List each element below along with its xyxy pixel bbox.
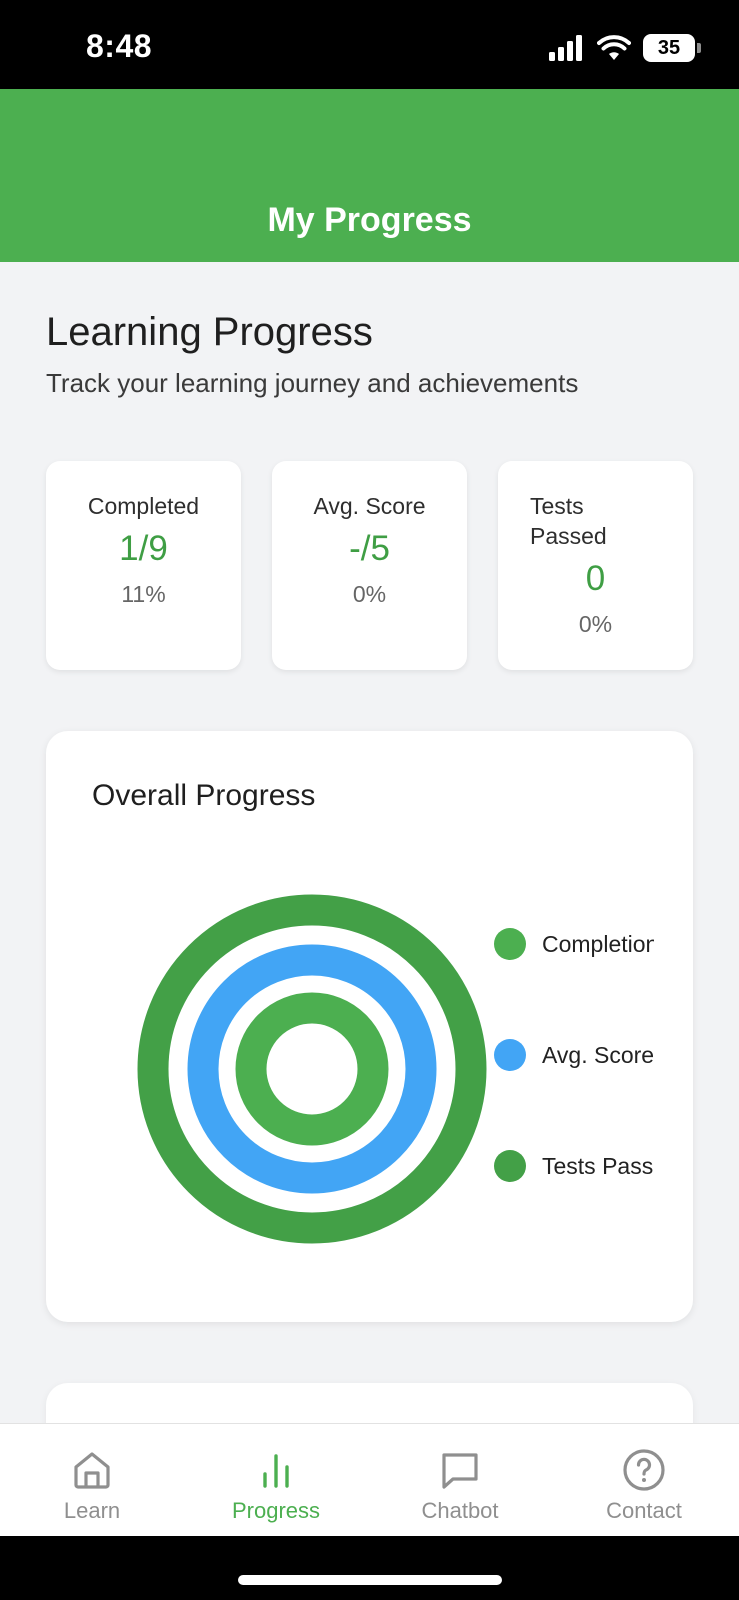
stat-card-avg-score: Avg. Score -/5 0% <box>272 461 467 670</box>
stat-label: Completed <box>87 493 200 519</box>
stat-sub: 11% <box>121 581 166 607</box>
chat-bubble-icon <box>442 1453 478 1489</box>
stat-card-tests-passed: Tests Passed 0 0% <box>498 461 693 670</box>
legend-dot <box>494 1039 526 1071</box>
legend-label: Avg. Score <box>542 1041 654 1068</box>
status-icons: 35 <box>549 30 701 66</box>
status-time: 8:48 <box>86 28 153 64</box>
nav-label: Chatbot <box>421 1498 499 1523</box>
legend-label: Completion <box>542 930 654 957</box>
stat-value: 1/9 <box>119 529 168 568</box>
home-indicator-area <box>0 1536 739 1600</box>
stat-sub: 0% <box>578 611 613 637</box>
legend-dot <box>494 928 526 960</box>
progress-rings-chart <box>137 894 487 1244</box>
bottom-nav: Learn Progress Chatbot Contact <box>0 1423 739 1536</box>
ring-completion <box>235 992 389 1146</box>
legend-item-tests-passed: Tests Passed <box>494 1146 654 1186</box>
legend-item-avg-score: Avg. Score <box>494 1035 654 1075</box>
battery-level: 35 <box>657 36 681 59</box>
stat-sub: 0% <box>352 581 387 607</box>
stat-value: 0 <box>585 559 606 598</box>
nav-label: Contact <box>606 1498 682 1523</box>
stat-card-completed: Completed 1/9 11% <box>46 461 241 670</box>
stat-label: Tests Passed <box>530 493 607 549</box>
page-subtitle: Track your learning journey and achievem… <box>46 368 579 398</box>
header-title: My Progress <box>267 201 472 239</box>
cellular-signal-icon <box>549 35 582 61</box>
nav-item-learn[interactable]: Learn <box>0 1424 184 1537</box>
nav-item-contact[interactable]: Contact <box>552 1424 736 1537</box>
home-indicator[interactable] <box>238 1575 502 1585</box>
nav-label: Progress <box>231 1498 321 1523</box>
legend-label: Tests Passed <box>542 1152 654 1179</box>
legend-dot <box>494 1150 526 1182</box>
nav-item-progress[interactable]: Progress <box>184 1424 368 1537</box>
stat-value: -/5 <box>349 529 390 568</box>
status-bar: 8:48 35 <box>0 0 739 89</box>
stat-label: Avg. Score <box>313 493 426 519</box>
nav-label: Learn <box>63 1498 121 1523</box>
screen: 8:48 35 My Progress Learning Progress Tr… <box>0 0 739 1600</box>
app-header: My Progress <box>0 89 739 262</box>
home-icon <box>74 1452 110 1489</box>
wifi-icon <box>597 35 631 60</box>
legend-item-completion: Completion <box>494 924 654 964</box>
bar-chart-icon <box>263 1454 289 1488</box>
battery-icon: 35 <box>643 34 701 62</box>
nav-item-chatbot[interactable]: Chatbot <box>368 1424 552 1537</box>
help-circle-icon <box>623 1449 665 1491</box>
overall-progress-card: Overall Progress Completion Avg. Score T… <box>46 731 693 1322</box>
page-title: Learning Progress <box>46 310 373 354</box>
